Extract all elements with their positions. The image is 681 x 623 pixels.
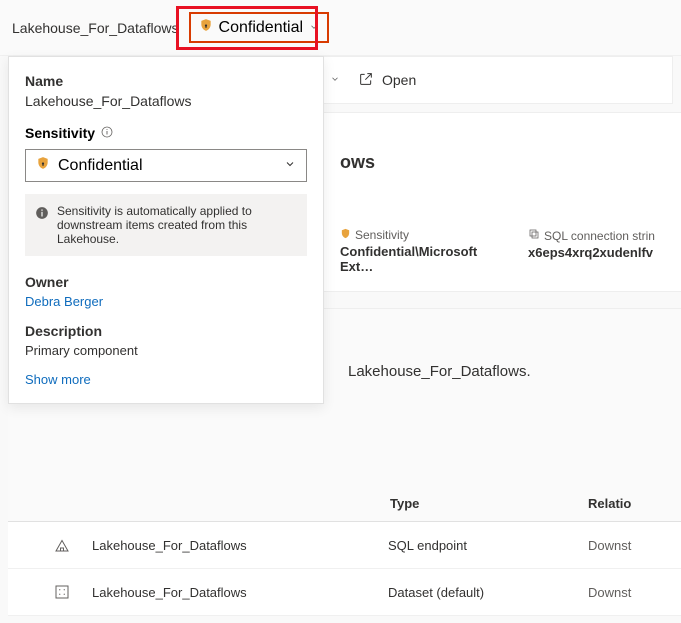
sensitivity-pill[interactable]: Confidential (189, 12, 330, 43)
owner-heading: Owner (25, 274, 307, 290)
sensitivity-dropdown[interactable]: Confidential (25, 149, 307, 182)
shield-icon (199, 18, 213, 37)
open-label: Open (382, 72, 416, 88)
dataset-icon (8, 583, 92, 601)
description-value: Primary component (25, 343, 307, 358)
info-banner: Sensitivity is automatically applied to … (25, 194, 307, 256)
info-banner-text: Sensitivity is automatically applied to … (57, 204, 297, 246)
sql-connection-value: x6eps4xrq2xudenlfv (528, 245, 655, 260)
copy-icon[interactable] (528, 228, 540, 243)
description-heading: Description (25, 323, 307, 339)
owner-link[interactable]: Debra Berger (25, 294, 307, 309)
table-row[interactable]: Lakehouse_For_Dataflows Dataset (default… (8, 569, 681, 616)
sensitivity-pill-label: Confidential (219, 19, 304, 37)
item-relation: Downst (588, 585, 668, 600)
item-type: Dataset (default) (388, 585, 588, 600)
open-external-icon (358, 71, 374, 90)
info-icon (35, 204, 49, 246)
page-title: Lakehouse_For_Dataflows (12, 20, 179, 36)
details-panel: Name Lakehouse_For_Dataflows Sensitivity… (8, 56, 324, 404)
shield-icon (36, 156, 50, 175)
item-name: Lakehouse_For_Dataflows (92, 538, 388, 553)
column-relation[interactable]: Relatio (588, 496, 668, 511)
column-type[interactable]: Type (388, 496, 588, 511)
name-value: Lakehouse_For_Dataflows (25, 93, 307, 109)
sql-endpoint-icon (8, 536, 92, 554)
sensitivity-dropdown-value: Confidential (58, 157, 143, 175)
info-icon[interactable] (101, 125, 113, 141)
item-name: Lakehouse_For_Dataflows (92, 585, 388, 600)
show-more-link[interactable]: Show more (25, 372, 307, 387)
open-button[interactable]: Open (348, 65, 426, 96)
chevron-down-icon (309, 19, 319, 37)
sensitivity-value: Confidential\Microsoft Ext… (340, 244, 500, 274)
table-header: Type Relatio (8, 486, 681, 522)
shield-icon (340, 228, 351, 242)
item-relation: Downst (588, 538, 668, 553)
name-heading: Name (25, 73, 307, 89)
chevron-down-icon[interactable] (330, 71, 340, 89)
sensitivity-heading: Sensitivity (25, 125, 95, 141)
sql-connection-label: SQL connection strin (544, 229, 655, 243)
chevron-down-icon (284, 157, 296, 175)
sensitivity-label: Sensitivity (355, 228, 409, 242)
workspace-name-partial: ows (340, 152, 375, 173)
item-type: SQL endpoint (388, 538, 588, 553)
table-row[interactable]: Lakehouse_For_Dataflows SQL endpoint Dow… (8, 522, 681, 569)
